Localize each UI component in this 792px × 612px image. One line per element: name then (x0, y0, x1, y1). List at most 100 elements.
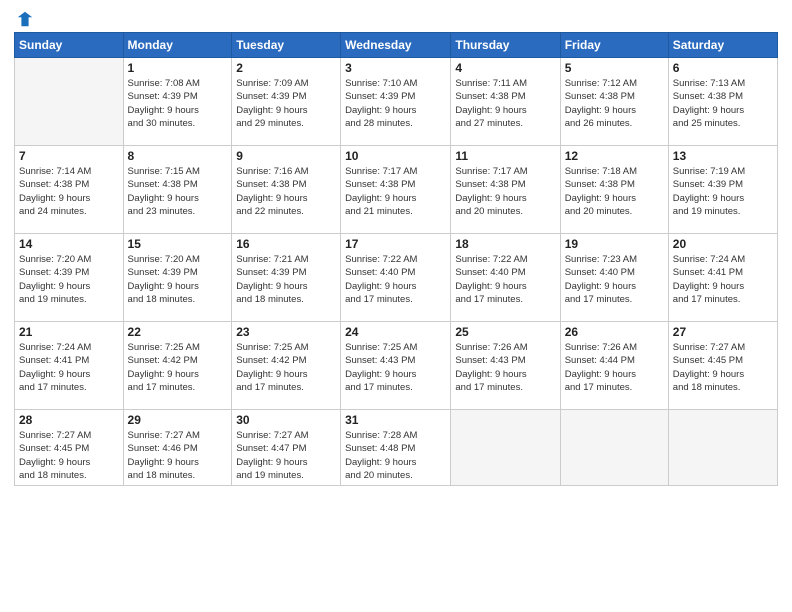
logo-text (14, 10, 34, 28)
day-info: Sunrise: 7:10 AM Sunset: 4:39 PM Dayligh… (345, 77, 446, 130)
day-info: Sunrise: 7:25 AM Sunset: 4:42 PM Dayligh… (236, 341, 336, 394)
day-info: Sunrise: 7:19 AM Sunset: 4:39 PM Dayligh… (673, 165, 773, 218)
calendar-cell: 15Sunrise: 7:20 AM Sunset: 4:39 PM Dayli… (123, 234, 232, 322)
day-info: Sunrise: 7:17 AM Sunset: 4:38 PM Dayligh… (455, 165, 555, 218)
calendar-cell: 30 Sunrise: 7:27 AM Sunset: 4:47 PM Dayli… (232, 410, 341, 486)
day-number: 10 (345, 149, 446, 163)
day-number: 19 (565, 237, 664, 251)
calendar-cell: 9 Sunrise: 7:16 AM Sunset: 4:38 PM Daylig… (232, 146, 341, 234)
day-number: 3 (345, 61, 446, 75)
calendar-cell: 16Sunrise: 7:21 AM Sunset: 4:39 PM Dayli… (232, 234, 341, 322)
day-info: Sunrise: 7:27 AM Sunset: 4:45 PM Dayligh… (19, 429, 119, 482)
day-number: 31 (345, 413, 446, 427)
calendar-cell: 24Sunrise: 7:25 AM Sunset: 4:43 PM Dayli… (341, 322, 451, 410)
day-info: Sunrise: 7:23 AM Sunset: 4:40 PM Dayligh… (565, 253, 664, 306)
calendar-cell: 22 Sunrise: 7:25 AM Sunset: 4:42 PM Dayli… (123, 322, 232, 410)
calendar-cell: 12 Sunrise: 7:18 AM Sunset: 4:38 PM Dayli… (560, 146, 668, 234)
day-number: 29 (128, 413, 228, 427)
day-number: 4 (455, 61, 555, 75)
calendar-cell: 13Sunrise: 7:19 AM Sunset: 4:39 PM Dayli… (668, 146, 777, 234)
header (14, 10, 778, 24)
day-info: Sunrise: 7:27 AM Sunset: 4:47 PM Dayligh… (236, 429, 336, 482)
calendar-cell: 18 Sunrise: 7:22 AM Sunset: 4:40 PM Dayli… (451, 234, 560, 322)
day-number: 26 (565, 325, 664, 339)
calendar-cell: 2 Sunrise: 7:09 AM Sunset: 4:39 PM Daylig… (232, 58, 341, 146)
calendar-cell: 31 Sunrise: 7:28 AM Sunset: 4:48 PM Dayli… (341, 410, 451, 486)
weekday-header-tuesday: Tuesday (232, 33, 341, 58)
day-info: Sunrise: 7:20 AM Sunset: 4:39 PM Dayligh… (19, 253, 119, 306)
calendar-week-row: 1 Sunrise: 7:08 AM Sunset: 4:39 PM Daylig… (15, 58, 778, 146)
calendar-week-row: 28 Sunrise: 7:27 AM Sunset: 4:45 PM Dayli… (15, 410, 778, 486)
calendar-cell: 11 Sunrise: 7:17 AM Sunset: 4:38 PM Dayli… (451, 146, 560, 234)
page: SundayMondayTuesdayWednesdayThursdayFrid… (0, 0, 792, 612)
calendar-week-row: 14 Sunrise: 7:20 AM Sunset: 4:39 PM Dayli… (15, 234, 778, 322)
day-number: 12 (565, 149, 664, 163)
day-number: 5 (565, 61, 664, 75)
day-info: Sunrise: 7:28 AM Sunset: 4:48 PM Dayligh… (345, 429, 446, 482)
calendar-week-row: 7Sunrise: 7:14 AM Sunset: 4:38 PM Daylig… (15, 146, 778, 234)
calendar-cell: 7Sunrise: 7:14 AM Sunset: 4:38 PM Daylig… (15, 146, 124, 234)
day-number: 9 (236, 149, 336, 163)
calendar-cell: 1 Sunrise: 7:08 AM Sunset: 4:39 PM Daylig… (123, 58, 232, 146)
weekday-header-row: SundayMondayTuesdayWednesdayThursdayFrid… (15, 33, 778, 58)
day-number: 30 (236, 413, 336, 427)
day-info: Sunrise: 7:11 AM Sunset: 4:38 PM Dayligh… (455, 77, 555, 130)
day-info: Sunrise: 7:08 AM Sunset: 4:39 PM Dayligh… (128, 77, 228, 130)
calendar-cell (451, 410, 560, 486)
day-info: Sunrise: 7:22 AM Sunset: 4:40 PM Dayligh… (455, 253, 555, 306)
day-info: Sunrise: 7:26 AM Sunset: 4:43 PM Dayligh… (455, 341, 555, 394)
calendar-week-row: 21Sunrise: 7:24 AM Sunset: 4:41 PM Dayli… (15, 322, 778, 410)
day-number: 22 (128, 325, 228, 339)
day-info: Sunrise: 7:14 AM Sunset: 4:38 PM Dayligh… (19, 165, 119, 218)
weekday-header-thursday: Thursday (451, 33, 560, 58)
day-number: 8 (128, 149, 228, 163)
day-info: Sunrise: 7:21 AM Sunset: 4:39 PM Dayligh… (236, 253, 336, 306)
calendar-cell (668, 410, 777, 486)
day-number: 23 (236, 325, 336, 339)
weekday-header-saturday: Saturday (668, 33, 777, 58)
calendar-cell (15, 58, 124, 146)
day-info: Sunrise: 7:27 AM Sunset: 4:45 PM Dayligh… (673, 341, 773, 394)
calendar-cell: 3 Sunrise: 7:10 AM Sunset: 4:39 PM Daylig… (341, 58, 451, 146)
calendar-table: SundayMondayTuesdayWednesdayThursdayFrid… (14, 32, 778, 486)
day-info: Sunrise: 7:09 AM Sunset: 4:39 PM Dayligh… (236, 77, 336, 130)
day-info: Sunrise: 7:27 AM Sunset: 4:46 PM Dayligh… (128, 429, 228, 482)
weekday-header-wednesday: Wednesday (341, 33, 451, 58)
day-info: Sunrise: 7:13 AM Sunset: 4:38 PM Dayligh… (673, 77, 773, 130)
day-info: Sunrise: 7:17 AM Sunset: 4:38 PM Dayligh… (345, 165, 446, 218)
calendar-cell: 26 Sunrise: 7:26 AM Sunset: 4:44 PM Dayli… (560, 322, 668, 410)
calendar-cell: 6 Sunrise: 7:13 AM Sunset: 4:38 PM Daylig… (668, 58, 777, 146)
day-info: Sunrise: 7:22 AM Sunset: 4:40 PM Dayligh… (345, 253, 446, 306)
calendar-cell: 29 Sunrise: 7:27 AM Sunset: 4:46 PM Dayli… (123, 410, 232, 486)
day-number: 2 (236, 61, 336, 75)
day-info: Sunrise: 7:18 AM Sunset: 4:38 PM Dayligh… (565, 165, 664, 218)
day-info: Sunrise: 7:16 AM Sunset: 4:38 PM Dayligh… (236, 165, 336, 218)
day-info: Sunrise: 7:25 AM Sunset: 4:43 PM Dayligh… (345, 341, 446, 394)
day-number: 15 (128, 237, 228, 251)
weekday-header-friday: Friday (560, 33, 668, 58)
calendar-cell: 10 Sunrise: 7:17 AM Sunset: 4:38 PM Dayli… (341, 146, 451, 234)
day-number: 18 (455, 237, 555, 251)
day-number: 11 (455, 149, 555, 163)
day-number: 28 (19, 413, 119, 427)
logo (14, 10, 34, 24)
calendar-cell: 4 Sunrise: 7:11 AM Sunset: 4:38 PM Daylig… (451, 58, 560, 146)
logo-flag-icon (16, 10, 34, 28)
calendar-cell: 17 Sunrise: 7:22 AM Sunset: 4:40 PM Dayli… (341, 234, 451, 322)
weekday-header-monday: Monday (123, 33, 232, 58)
day-number: 17 (345, 237, 446, 251)
calendar-cell: 25Sunrise: 7:26 AM Sunset: 4:43 PM Dayli… (451, 322, 560, 410)
day-number: 1 (128, 61, 228, 75)
day-info: Sunrise: 7:25 AM Sunset: 4:42 PM Dayligh… (128, 341, 228, 394)
day-info: Sunrise: 7:26 AM Sunset: 4:44 PM Dayligh… (565, 341, 664, 394)
calendar-cell: 14 Sunrise: 7:20 AM Sunset: 4:39 PM Dayli… (15, 234, 124, 322)
calendar-cell (560, 410, 668, 486)
day-info: Sunrise: 7:15 AM Sunset: 4:38 PM Dayligh… (128, 165, 228, 218)
weekday-header-sunday: Sunday (15, 33, 124, 58)
day-number: 14 (19, 237, 119, 251)
day-number: 20 (673, 237, 773, 251)
day-number: 6 (673, 61, 773, 75)
calendar-cell: 23 Sunrise: 7:25 AM Sunset: 4:42 PM Dayli… (232, 322, 341, 410)
calendar-cell: 5Sunrise: 7:12 AM Sunset: 4:38 PM Daylig… (560, 58, 668, 146)
day-info: Sunrise: 7:24 AM Sunset: 4:41 PM Dayligh… (19, 341, 119, 394)
